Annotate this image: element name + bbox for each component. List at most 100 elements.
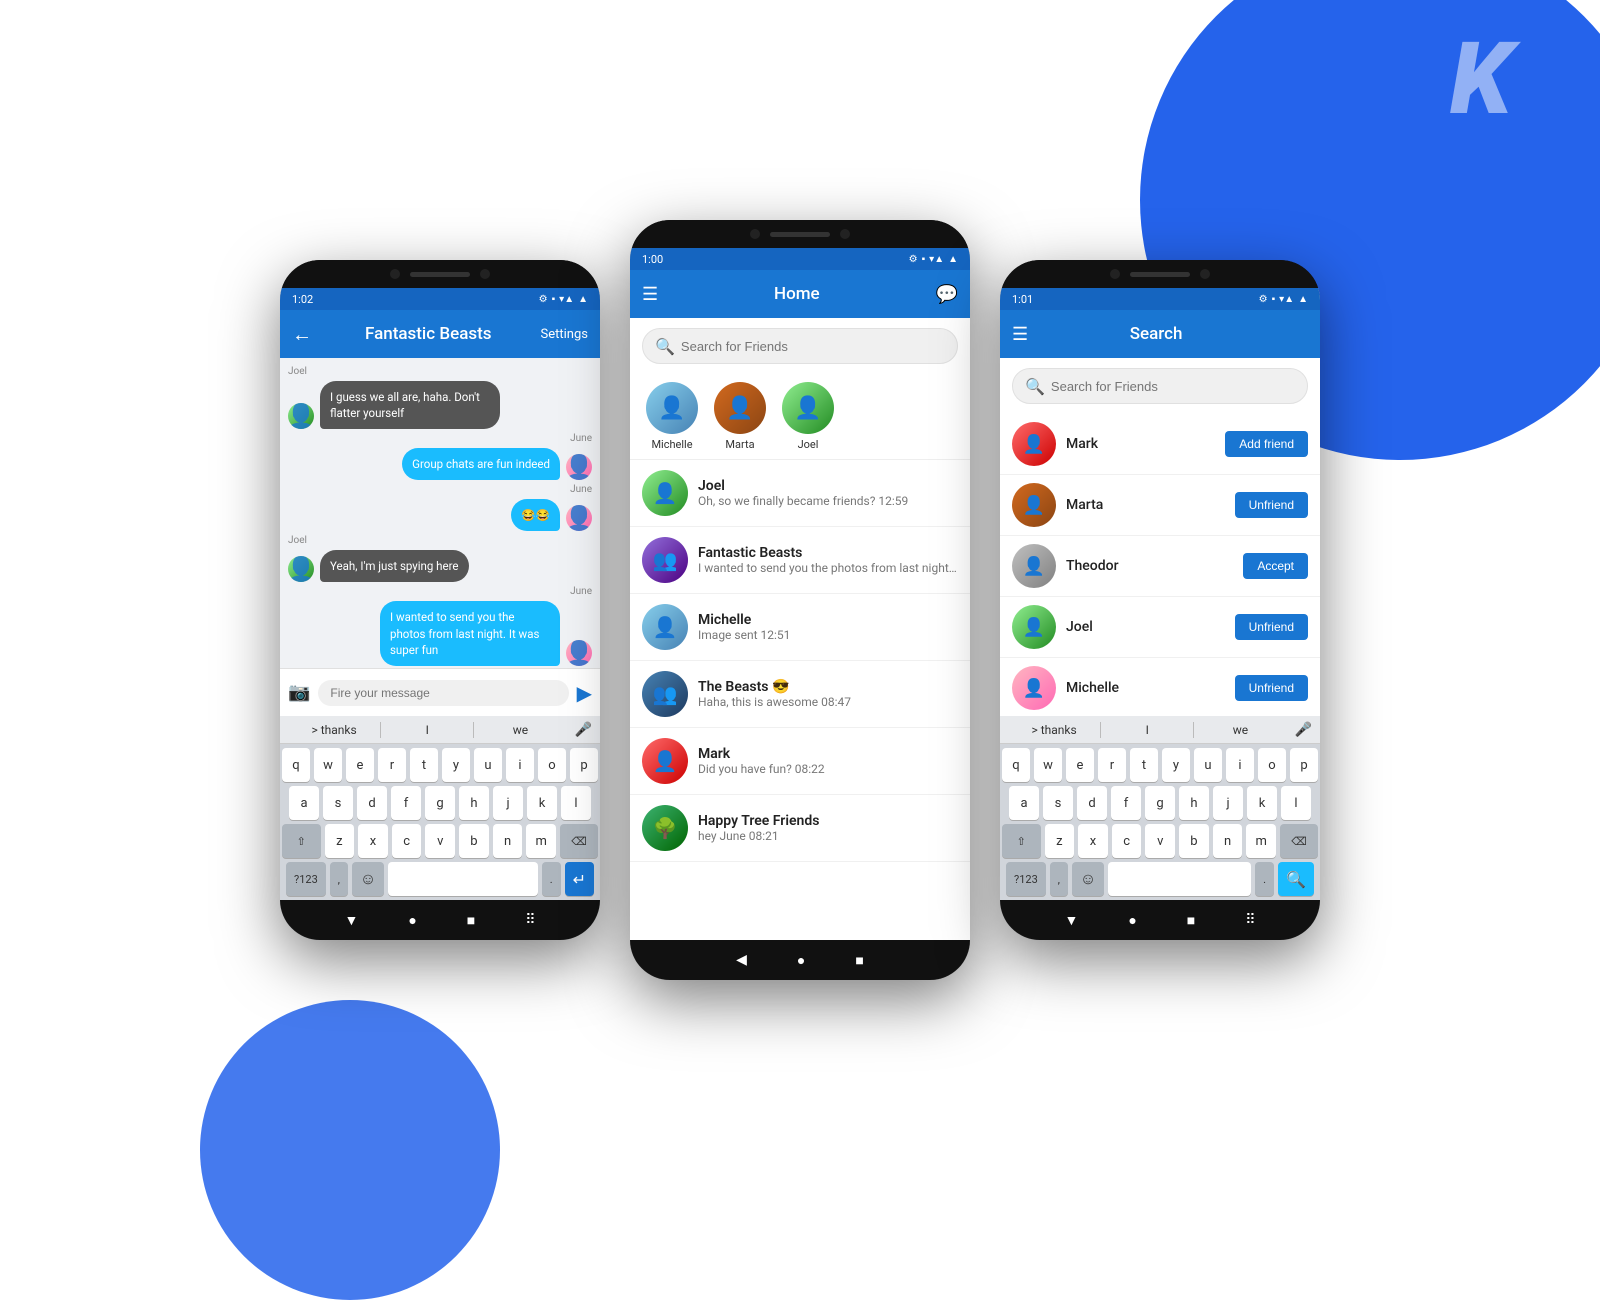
key-e[interactable]: e xyxy=(346,748,374,782)
r-key-space[interactable] xyxy=(1108,862,1251,896)
chat-search-icon[interactable]: 💬 xyxy=(936,284,958,305)
key-emoji[interactable]: ☺ xyxy=(352,862,384,896)
r-key-i[interactable]: i xyxy=(1226,748,1254,782)
center-search-bar[interactable]: 🔍 xyxy=(642,328,958,364)
accept-theodor[interactable]: Accept xyxy=(1243,553,1308,579)
r-key-k[interactable]: k xyxy=(1247,786,1277,820)
nav-home[interactable]: ● xyxy=(408,912,416,929)
key-s[interactable]: s xyxy=(323,786,353,820)
menu-button-center[interactable]: ☰ xyxy=(642,284,658,305)
chat-item-michelle[interactable]: 👤 Michelle Image sent 12:51 xyxy=(630,594,970,661)
r-key-c[interactable]: c xyxy=(1112,824,1142,858)
key-m[interactable]: m xyxy=(526,824,556,858)
r-key-f[interactable]: f xyxy=(1111,786,1141,820)
key-c[interactable]: c xyxy=(392,824,422,858)
key-g[interactable]: g xyxy=(425,786,455,820)
key-a[interactable]: a xyxy=(289,786,319,820)
unfriend-marta[interactable]: Unfriend xyxy=(1235,492,1308,518)
key-v[interactable]: v xyxy=(425,824,455,858)
r-key-b[interactable]: b xyxy=(1179,824,1209,858)
key-h[interactable]: h xyxy=(459,786,489,820)
featured-marta[interactable]: 👤 Marta xyxy=(714,382,766,451)
mic-icon[interactable]: 🎤 xyxy=(575,722,592,738)
chat-item-fantastic[interactable]: 👥 Fantastic Beasts I wanted to send you … xyxy=(630,527,970,594)
menu-button-right[interactable]: ☰ xyxy=(1012,324,1028,345)
r-key-a[interactable]: a xyxy=(1009,786,1039,820)
suggestion-3[interactable]: we xyxy=(474,723,566,737)
friend-item-mark[interactable]: 👤 Mark Add friend xyxy=(1000,414,1320,475)
r-key-u[interactable]: u xyxy=(1194,748,1222,782)
r-key-r[interactable]: r xyxy=(1098,748,1126,782)
friend-item-joel[interactable]: 👤 Joel Unfriend xyxy=(1000,597,1320,658)
key-period[interactable]: . xyxy=(542,862,561,896)
r-key-z[interactable]: z xyxy=(1045,824,1075,858)
key-space[interactable] xyxy=(388,862,537,896)
key-r[interactable]: r xyxy=(378,748,406,782)
key-n[interactable]: n xyxy=(493,824,523,858)
r-key-v[interactable]: v xyxy=(1145,824,1175,858)
nav-grid-r[interactable]: ⠿ xyxy=(1245,912,1255,928)
key-t[interactable]: t xyxy=(410,748,438,782)
r-key-j[interactable]: j xyxy=(1213,786,1243,820)
mic-icon-right[interactable]: 🎤 xyxy=(1295,722,1312,738)
settings-button[interactable]: Settings xyxy=(541,327,588,342)
key-p[interactable]: p xyxy=(570,748,598,782)
key-i[interactable]: i xyxy=(506,748,534,782)
r-key-period[interactable]: . xyxy=(1255,862,1274,896)
add-friend-mark[interactable]: Add friend xyxy=(1225,431,1308,457)
key-w[interactable]: w xyxy=(314,748,342,782)
nav-back-r[interactable]: ▼ xyxy=(1064,912,1078,929)
key-y[interactable]: y xyxy=(442,748,470,782)
r-key-comma[interactable]: , xyxy=(1050,862,1068,896)
featured-joel[interactable]: 👤 Joel xyxy=(782,382,834,451)
camera-button[interactable]: 📷 xyxy=(288,682,310,703)
nav-home-c[interactable]: ● xyxy=(797,952,805,969)
friend-item-theodor[interactable]: 👤 Theodor Accept xyxy=(1000,536,1320,597)
r-key-search[interactable]: 🔍 xyxy=(1278,862,1314,896)
nav-back[interactable]: ▼ xyxy=(344,912,358,929)
key-u[interactable]: u xyxy=(474,748,502,782)
r-key-h[interactable]: h xyxy=(1179,786,1209,820)
key-l[interactable]: l xyxy=(561,786,591,820)
r-key-123[interactable]: ?123 xyxy=(1006,862,1046,896)
key-o[interactable]: o xyxy=(538,748,566,782)
r-key-d[interactable]: d xyxy=(1077,786,1107,820)
key-z[interactable]: z xyxy=(325,824,355,858)
r-key-y[interactable]: y xyxy=(1162,748,1190,782)
key-j[interactable]: j xyxy=(493,786,523,820)
r-key-s[interactable]: s xyxy=(1043,786,1073,820)
r-key-m[interactable]: m xyxy=(1246,824,1276,858)
key-b[interactable]: b xyxy=(459,824,489,858)
message-input[interactable] xyxy=(318,680,568,706)
key-comma[interactable]: , xyxy=(330,862,348,896)
r-key-emoji[interactable]: ☺ xyxy=(1072,862,1104,896)
r-suggestion-2[interactable]: I xyxy=(1101,723,1193,737)
key-f[interactable]: f xyxy=(391,786,421,820)
r-key-t[interactable]: t xyxy=(1130,748,1158,782)
r-key-backspace[interactable]: ⌫ xyxy=(1280,824,1318,858)
key-k[interactable]: k xyxy=(527,786,557,820)
r-key-e[interactable]: e xyxy=(1066,748,1094,782)
featured-michelle[interactable]: 👤 Michelle xyxy=(646,382,698,451)
key-shift[interactable]: ⇧ xyxy=(282,824,321,858)
right-search-bar[interactable]: 🔍 xyxy=(1012,368,1308,404)
nav-back-c[interactable]: ◀ xyxy=(736,952,747,968)
chat-item-happy[interactable]: 🌳 Happy Tree Friends hey June 08:21 xyxy=(630,795,970,862)
r-key-shift[interactable]: ⇧ xyxy=(1002,824,1041,858)
key-q[interactable]: q xyxy=(282,748,310,782)
friend-item-michelle[interactable]: 👤 Michelle Unfriend xyxy=(1000,658,1320,716)
right-search-input[interactable] xyxy=(1051,379,1295,394)
r-suggestion-3[interactable]: we xyxy=(1194,723,1286,737)
friend-item-marta[interactable]: 👤 Marta Unfriend xyxy=(1000,475,1320,536)
send-button[interactable]: ▶ xyxy=(577,681,592,705)
chat-item-mark[interactable]: 👤 Mark Did you have fun? 08:22 xyxy=(630,728,970,795)
r-key-p[interactable]: p xyxy=(1290,748,1318,782)
key-x[interactable]: x xyxy=(358,824,388,858)
r-key-q[interactable]: q xyxy=(1002,748,1030,782)
nav-home-r[interactable]: ● xyxy=(1128,912,1136,929)
nav-recent-c[interactable]: ■ xyxy=(855,952,863,969)
unfriend-michelle[interactable]: Unfriend xyxy=(1235,675,1308,701)
r-key-g[interactable]: g xyxy=(1145,786,1175,820)
suggestion-1[interactable]: > thanks xyxy=(288,723,380,737)
r-key-w[interactable]: w xyxy=(1034,748,1062,782)
